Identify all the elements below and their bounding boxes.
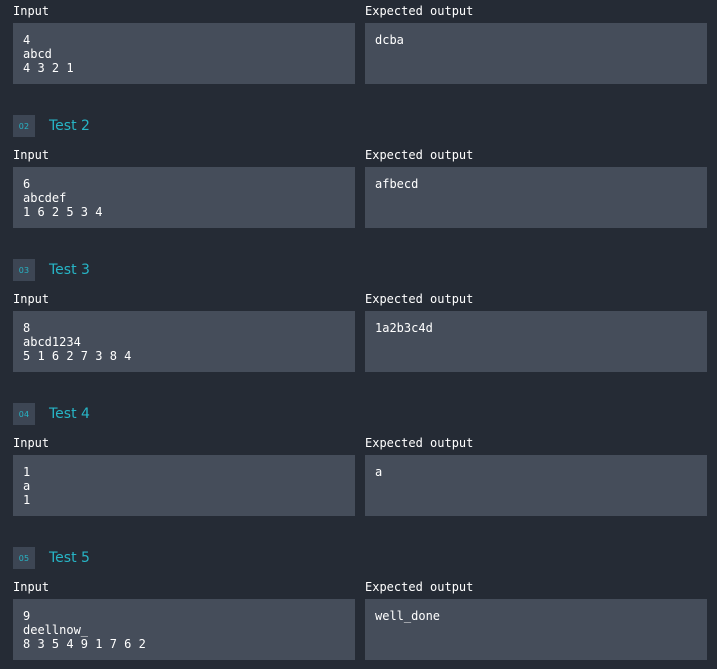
test-title: Test 5 xyxy=(49,550,90,566)
test-header: 05 Test 5 xyxy=(13,547,90,569)
input-label: Input xyxy=(13,292,50,306)
expected-output-box: afbecd xyxy=(365,167,707,228)
test-title: Test 3 xyxy=(49,262,90,278)
test-title: Test 4 xyxy=(49,406,90,422)
expected-output-label: Expected output xyxy=(365,580,474,594)
expected-output-label: Expected output xyxy=(365,4,474,18)
expected-output-box: 1a2b3c4d xyxy=(365,311,707,372)
expected-output-box: well_done xyxy=(365,599,707,660)
expected-output-label: Expected output xyxy=(365,148,474,162)
test-header: 04 Test 4 xyxy=(13,403,90,425)
input-label: Input xyxy=(13,148,50,162)
input-label: Input xyxy=(13,436,50,450)
test-number-badge: 04 xyxy=(13,403,35,425)
expected-output-label: Expected output xyxy=(365,292,474,306)
expected-output-box: dcba xyxy=(365,23,707,84)
expected-output-label: Expected output xyxy=(365,436,474,450)
input-box: 9 deellnow_ 8 3 5 4 9 1 7 6 2 xyxy=(13,599,355,660)
input-box: 4 abcd 4 3 2 1 xyxy=(13,23,355,84)
expected-output-box: a xyxy=(365,455,707,516)
test-number-badge: 05 xyxy=(13,547,35,569)
input-box: 1 a 1 xyxy=(13,455,355,516)
test-header: 02 Test 2 xyxy=(13,115,90,137)
test-number-badge: 02 xyxy=(13,115,35,137)
input-box: 6 abcdef 1 6 2 5 3 4 xyxy=(13,167,355,228)
input-label: Input xyxy=(13,4,50,18)
input-box: 8 abcd1234 5 1 6 2 7 3 8 4 xyxy=(13,311,355,372)
test-number-badge: 03 xyxy=(13,259,35,281)
input-label: Input xyxy=(13,580,50,594)
test-header: 03 Test 3 xyxy=(13,259,90,281)
test-title: Test 2 xyxy=(49,118,90,134)
